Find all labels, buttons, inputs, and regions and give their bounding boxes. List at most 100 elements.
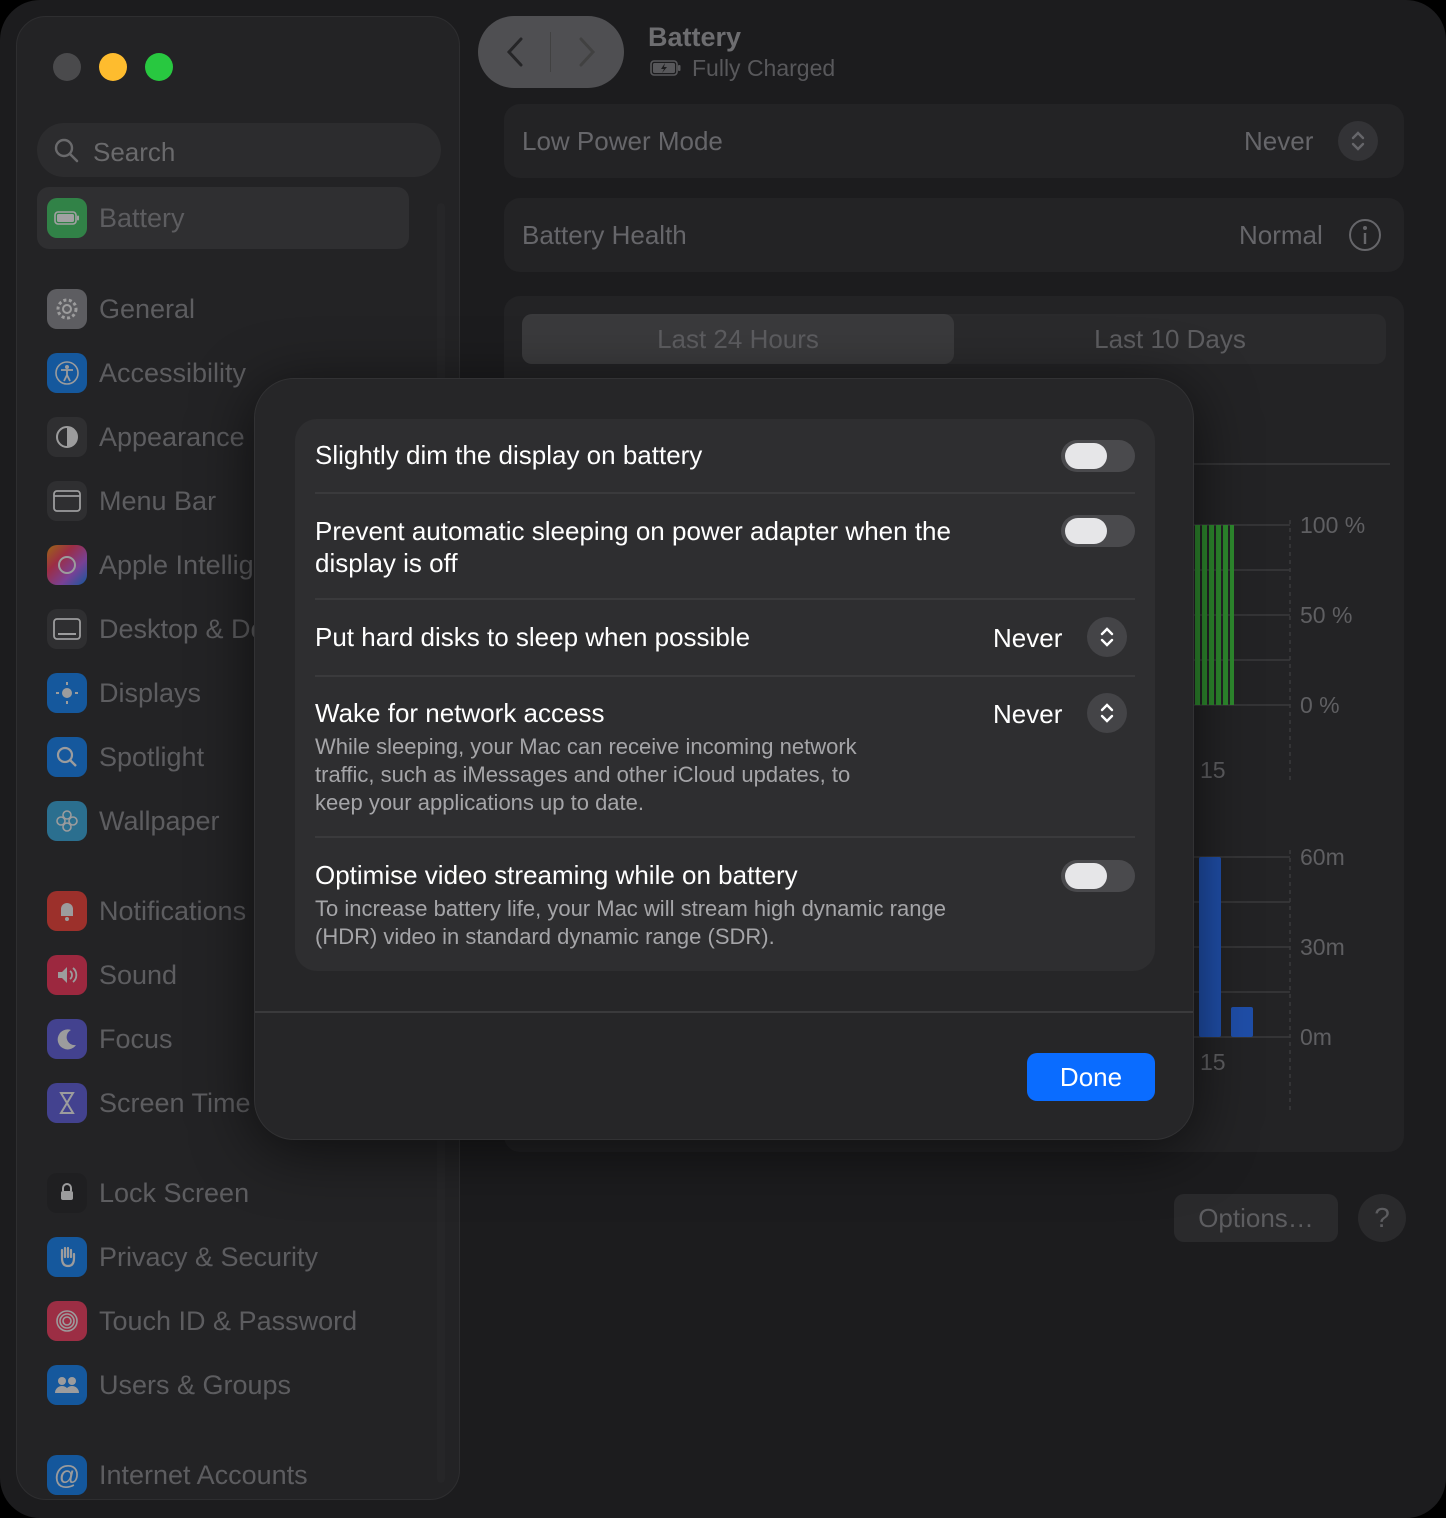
accessibility-icon (47, 353, 87, 393)
focus-icon (47, 1019, 87, 1059)
low-power-mode-stepper[interactable] (1338, 121, 1378, 161)
sound-icon (47, 955, 87, 995)
sidebar-item-label: Displays (99, 677, 202, 708)
sidebar-item-screen-time[interactable]: Screen Time (47, 1077, 251, 1129)
low-power-mode-row: Low Power Mode Never (504, 104, 1404, 178)
search-placeholder: Search (93, 137, 176, 167)
sidebar-item-battery[interactable]: Battery (37, 187, 409, 249)
sidebar-item-general[interactable]: General (47, 283, 195, 335)
sidebar-item-label: Focus (99, 1023, 173, 1054)
sidebar-item-internet-accounts[interactable]: @ Internet Accounts (47, 1449, 308, 1501)
displays-icon (47, 673, 87, 713)
sidebar-item-sound[interactable]: Sound (47, 949, 177, 1001)
minimize-window-button[interactable] (99, 53, 127, 81)
screen-time-icon (47, 1083, 87, 1123)
sidebar-item-lock-screen[interactable]: Lock Screen (47, 1167, 249, 1219)
prevent-sleep-toggle[interactable] (1061, 515, 1135, 547)
hard-disks-popup-button[interactable] (1087, 617, 1127, 657)
sidebar-item-desktop-dock[interactable]: Desktop & Do (47, 603, 266, 655)
tab-last-10-days[interactable]: Last 10 Days (954, 324, 1386, 355)
desktop-dock-icon (47, 609, 87, 649)
sidebar-item-displays[interactable]: Displays (47, 667, 201, 719)
options-button[interactable]: Options… (1174, 1194, 1338, 1242)
tab-last-24-hours[interactable]: Last 24 Hours (522, 324, 954, 355)
privacy-hand-icon (47, 1237, 87, 1277)
zoom-window-button[interactable] (145, 53, 173, 81)
sidebar-item-label: Menu Bar (99, 485, 217, 516)
sidebar-item-label: Battery (99, 202, 185, 233)
video-streaming-desc-line2: (HDR) video in standard dynamic range (S… (315, 924, 775, 949)
usage-x-tick: 15 (1200, 1049, 1226, 1075)
video-streaming-desc-line1: To increase battery life, your Mac will … (315, 896, 946, 921)
wake-network-value[interactable]: Never (993, 699, 1062, 730)
done-button[interactable]: Done (1027, 1053, 1155, 1101)
options-sheet: Slightly dim the display on battery Prev… (254, 378, 1194, 1140)
video-streaming-label: Optimise video streaming while on batter… (315, 860, 798, 890)
sidebar-item-spotlight[interactable]: Spotlight (47, 731, 204, 783)
level-x-tick: 15 (1200, 757, 1226, 783)
battery-health-label: Battery Health (522, 220, 687, 250)
sidebar-item-focus[interactable]: Focus (47, 1013, 173, 1065)
level-axis-0: 0 % (1300, 692, 1340, 718)
help-button[interactable]: ? (1358, 1194, 1406, 1242)
time-range-segmented-control: Last 24 Hours Last 10 Days (522, 314, 1386, 364)
notifications-icon (47, 891, 87, 931)
users-icon (47, 1365, 87, 1405)
prevent-sleep-label-line2: display is off (315, 548, 458, 578)
low-power-mode-label: Low Power Mode (522, 126, 723, 156)
hard-disks-label: Put hard disks to sleep when possible (315, 622, 751, 652)
dim-display-toggle[interactable] (1061, 440, 1135, 472)
sidebar-item-label: General (99, 293, 196, 324)
sidebar-item-privacy-security[interactable]: Privacy & Security (47, 1231, 318, 1283)
sidebar-item-users-groups[interactable]: Users & Groups (47, 1359, 291, 1411)
sidebar-item-label: Privacy & Security (99, 1241, 319, 1272)
sidebar-item-appearance[interactable]: Appearance (47, 411, 245, 463)
info-icon[interactable] (1348, 218, 1382, 252)
usage-axis-30m: 30m (1300, 934, 1345, 960)
sidebar-item-notifications[interactable]: Notifications (47, 885, 246, 937)
level-axis-100: 100 % (1300, 512, 1366, 538)
up-down-chevron-icon (1100, 703, 1114, 723)
apple-intelligence-icon (47, 545, 87, 585)
back-chevron-icon[interactable] (504, 36, 526, 68)
wake-network-desc-line2: traffic, such as iMessages and other iCl… (315, 762, 851, 787)
sidebar-item-wallpaper[interactable]: Wallpaper (47, 795, 220, 847)
close-window-button[interactable] (53, 53, 81, 81)
battery-health-value: Normal (1239, 220, 1323, 250)
gear-icon (47, 289, 87, 329)
wake-network-label: Wake for network access (315, 698, 605, 728)
sidebar-item-label: Wallpaper (99, 805, 220, 836)
sidebar-item-label: Apple Intellig (99, 549, 254, 580)
battery-charging-icon (650, 60, 681, 76)
wake-network-desc-line1: While sleeping, your Mac can receive inc… (315, 734, 857, 759)
sidebar-item-touch-id[interactable]: Touch ID & Password (47, 1295, 357, 1347)
prevent-sleep-label-line1: Prevent automatic sleeping on power adap… (315, 516, 951, 546)
dim-display-label: Slightly dim the display on battery (315, 440, 703, 470)
spotlight-icon (47, 737, 87, 777)
usage-axis-60m: 60m (1300, 844, 1345, 870)
sidebar-item-label: Desktop & Do (99, 613, 266, 644)
up-down-chevron-icon (1100, 627, 1114, 647)
at-icon: @ (47, 1455, 87, 1495)
page-title: Battery (648, 22, 742, 52)
fingerprint-icon (47, 1301, 87, 1341)
low-power-mode-value: Never (1244, 126, 1314, 156)
forward-chevron-icon[interactable] (576, 36, 598, 68)
sidebar-item-label: Notifications (99, 895, 247, 926)
sidebar-item-apple-intelligence[interactable]: Apple Intellig (47, 539, 254, 591)
sidebar-item-accessibility[interactable]: Accessibility (47, 347, 246, 399)
sidebar-item-menu-bar[interactable]: Menu Bar (47, 475, 216, 527)
sidebar-item-label: Users & Groups (99, 1369, 292, 1400)
wake-network-popup-button[interactable] (1087, 693, 1127, 733)
search-input[interactable]: Search (37, 123, 441, 177)
sidebar-item-label: Sound (99, 959, 178, 990)
video-streaming-toggle[interactable] (1061, 860, 1135, 892)
level-axis-50: 50 % (1300, 602, 1353, 628)
sidebar-item-label: Internet Accounts (99, 1459, 308, 1490)
menu-bar-icon (47, 481, 87, 521)
sidebar-item-label: Accessibility (99, 357, 247, 388)
appearance-icon (47, 417, 87, 457)
hard-disks-value[interactable]: Never (993, 623, 1062, 654)
system-settings-window: Search Battery General Accessibility App… (0, 0, 1446, 1518)
wake-network-desc-line3: keep your applications up to date. (315, 790, 645, 815)
